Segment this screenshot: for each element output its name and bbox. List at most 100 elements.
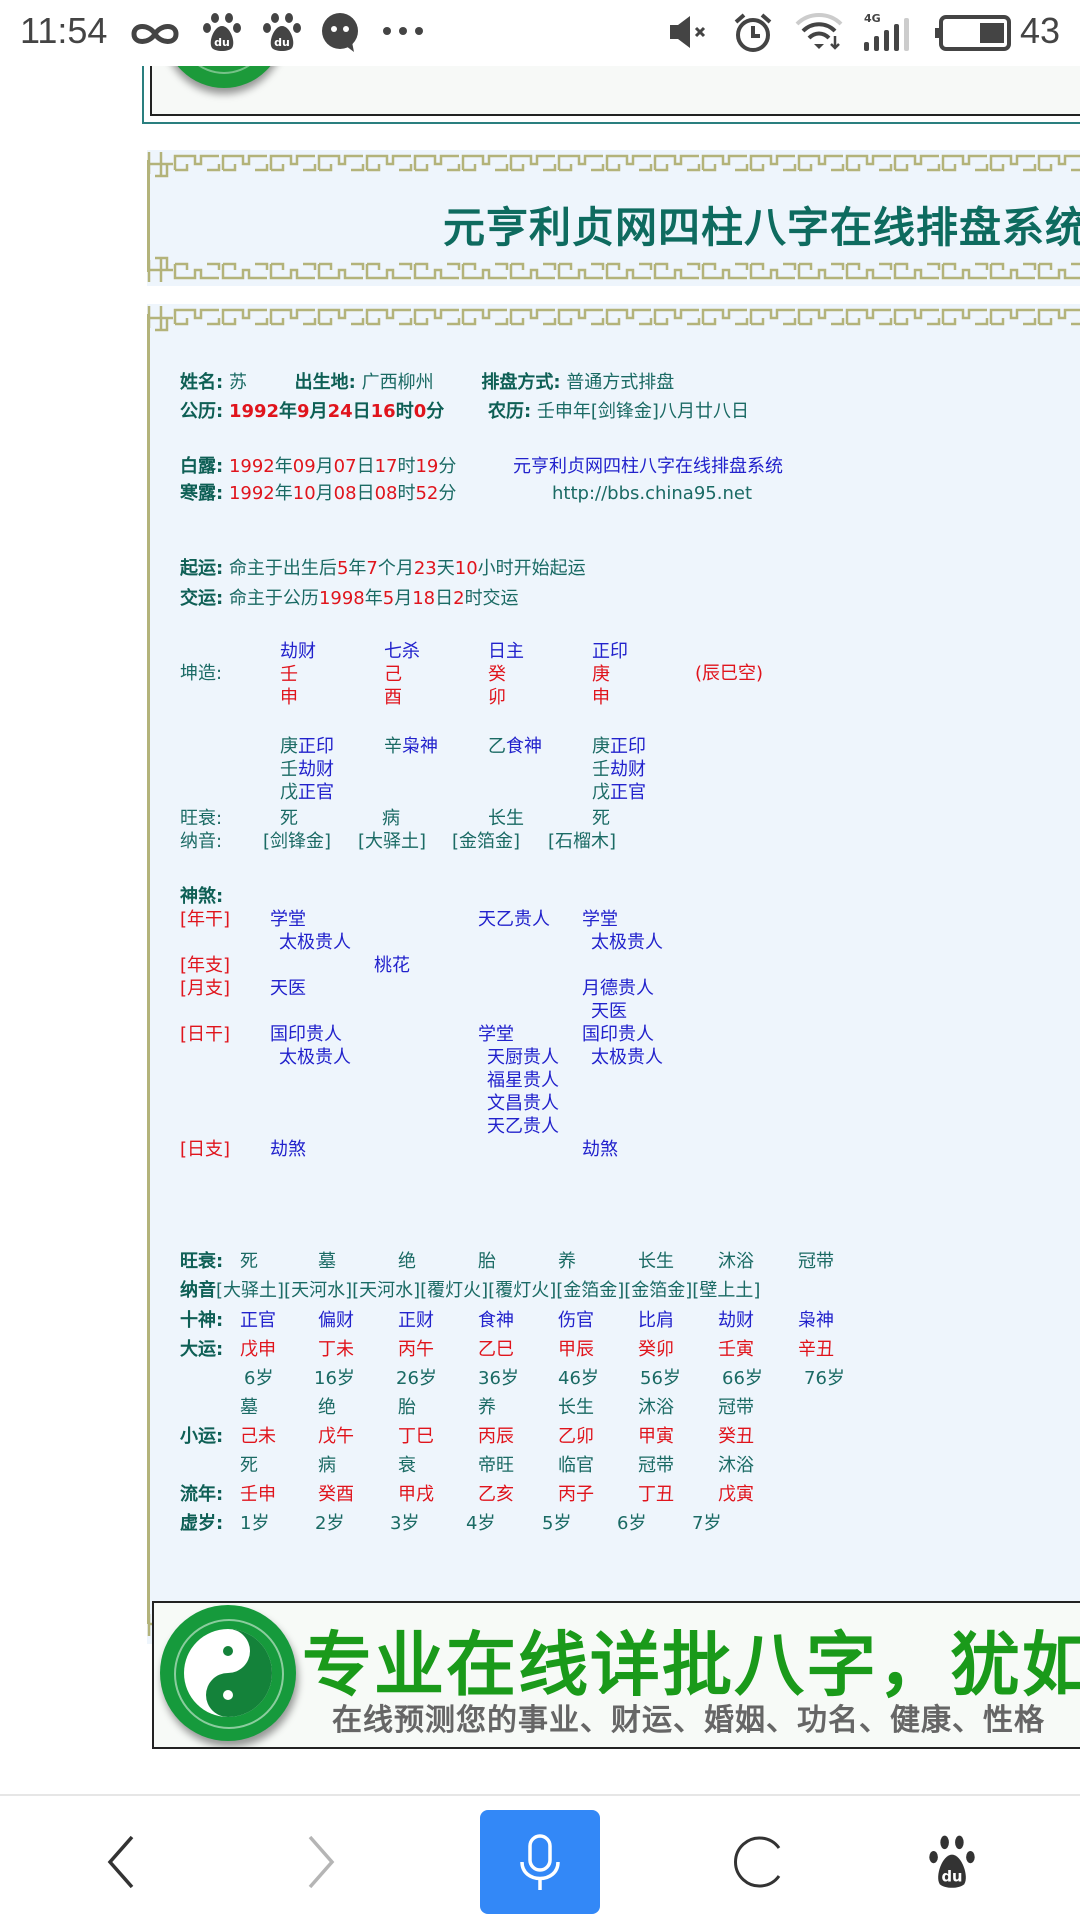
voice-search-button[interactable] — [480, 1810, 600, 1914]
hanlu-date: 1992年10月08日08时52分 — [229, 483, 456, 504]
status-bar: 11:54 du du 4G 43 — [0, 0, 1080, 66]
xusui-age: 3岁 — [390, 1513, 420, 1534]
xusui-age: 2岁 — [315, 1513, 345, 1534]
dayun-state: 绝 — [318, 1397, 336, 1418]
xiaoyun-state: 衰 — [398, 1455, 416, 1476]
shensha-item: 天厨贵人 — [487, 1047, 559, 1068]
hidden-stem-god: 劫财 — [298, 759, 334, 780]
text-segment: 月 — [309, 401, 328, 422]
back-button[interactable] — [62, 1810, 182, 1914]
pillar-wangshuai: 病 — [382, 808, 400, 829]
text-segment: 命主于公历 — [228, 588, 319, 609]
info-row-basic: 姓名: 苏 出生地: 广西柳州 排盘方式: 普通方式排盘 — [180, 372, 674, 394]
svg-text:du: du — [214, 36, 230, 49]
refresh-icon — [734, 1836, 781, 1888]
hidden-stem-char: 庚 — [280, 736, 298, 757]
bottom-banner-subtitle: 在线预测您的事业、财运、婚姻、功名、健康、性格 — [332, 1703, 1045, 1738]
text-segment: 时交运 — [464, 588, 519, 609]
shensha-item: 桃花 — [374, 955, 410, 976]
xiaoyun-pillar: 癸丑 — [718, 1426, 754, 1447]
dayun-wangshuai: 绝 — [398, 1251, 416, 1272]
dayun-age: 16岁 — [314, 1368, 355, 1389]
shensha-row-tag: [日支] — [180, 1139, 231, 1160]
dayun-wangshuai: 长生 — [638, 1251, 674, 1272]
text-segment: 月 — [315, 456, 334, 477]
hidden-stem-char: 乙 — [488, 736, 506, 757]
dayun-age: 36岁 — [478, 1368, 519, 1389]
browser-navbar: du — [0, 1794, 1080, 1920]
pillar-stem: 壬 — [280, 664, 298, 685]
shensha-item: 太极贵人 — [591, 932, 663, 953]
shensha-item: 月德贵人 — [582, 978, 654, 999]
dayun-wangshuai: 墓 — [318, 1251, 336, 1272]
text-segment: 分 — [438, 483, 457, 504]
text-segment: 1992 — [228, 483, 275, 504]
web-page[interactable]: 在线预测您的事业、财运、婚姻、功名、健康、性格 元亨利贞网四柱八字在线排盘系统 … — [0, 66, 1080, 1794]
dayun-wangshuai: 冠带 — [798, 1251, 834, 1272]
hidden-stem: 壬劫财 — [280, 759, 334, 781]
dayun-state: 墓 — [240, 1397, 258, 1418]
info-row-dates: 公历: 1992年9月24日16时0分 农历: 壬申年[剑锋金]八月廿八日 — [180, 401, 749, 423]
pillars-label: 坤造: — [180, 663, 223, 684]
text-segment: 08 — [333, 483, 357, 504]
qiyun-label: 起运: — [180, 558, 224, 579]
hidden-stem: 戊正官 — [280, 782, 334, 804]
pillar-branch: 申 — [592, 687, 610, 708]
battery-icon — [935, 15, 1011, 51]
baidu-home-button[interactable]: du — [892, 1810, 1012, 1914]
pillar-nayin: [大驿土] — [358, 831, 427, 852]
dayun-nayin-label: 纳音 — [180, 1280, 216, 1301]
pillar-wangshuai: 死 — [592, 808, 610, 829]
hidden-stem-char: 戊 — [592, 782, 610, 803]
dayun-state: 沐浴 — [638, 1397, 674, 1418]
site-name-link[interactable]: 元亨利贞网四柱八字在线排盘系统 — [513, 456, 783, 478]
site-url-link[interactable]: http://bbs.china95.net — [552, 483, 752, 505]
dayun-shishen: 食神 — [478, 1310, 514, 1331]
liunian-pillar: 丙子 — [558, 1484, 594, 1505]
chat-bubble-icon — [322, 13, 358, 52]
pillar-stem: 庚 — [592, 664, 610, 685]
shensha-row-tag: [月支] — [180, 978, 231, 999]
shensha-item: 学堂 — [270, 909, 306, 930]
text-segment: 个月 — [377, 558, 414, 579]
hidden-stem-char: 戊 — [280, 782, 298, 803]
lunar-label: 农历: — [487, 401, 532, 422]
text-segment: 09 — [292, 456, 316, 477]
hidden-stem-god: 正印 — [610, 736, 646, 757]
pillar-ten-god: 七杀 — [384, 641, 420, 662]
forward-button[interactable] — [260, 1810, 380, 1914]
hidden-stem-god: 正印 — [298, 736, 334, 757]
bailu-date: 1992年09月07日17时19分 — [229, 456, 456, 477]
xusui-age: 7岁 — [692, 1513, 722, 1534]
baidu-paw-icon: du — [929, 1835, 975, 1888]
text-segment: 日 — [356, 483, 375, 504]
xusui-age: 6岁 — [617, 1513, 647, 1534]
text-segment: 19 — [415, 456, 439, 477]
bottom-banner[interactable]: 专业在线详批八字，犹如大 在线预测您的事业、财运、婚姻、功名、健康、性格 — [152, 1601, 1080, 1749]
xiaoyun-label: 小运: — [180, 1426, 224, 1447]
svg-text:4G: 4G — [864, 12, 881, 25]
xiaoyun-state: 冠带 — [638, 1455, 674, 1476]
hidden-stem-god: 劫财 — [610, 759, 646, 780]
status-time: 11:54 — [20, 10, 108, 51]
dayun-age: 66岁 — [722, 1368, 763, 1389]
text-segment: 08 — [374, 483, 398, 504]
hidden-stem-god: 食神 — [506, 736, 542, 757]
shensha-item: 文昌贵人 — [487, 1093, 559, 1114]
dayun-shishen-label: 十神: — [180, 1310, 224, 1331]
text-segment: 日 — [352, 401, 371, 422]
jiaoyun-label: 交运: — [180, 588, 224, 609]
xusui-age: 4岁 — [466, 1513, 496, 1534]
text-segment: 年 — [279, 401, 298, 422]
pillar-ten-god: 正印 — [592, 641, 628, 662]
shensha-row-tag: [日干] — [180, 1024, 231, 1045]
shensha-item: 劫煞 — [582, 1139, 618, 1160]
dayun-pillar: 丙午 — [398, 1339, 434, 1360]
text-segment: 5 — [336, 558, 349, 579]
signal-4g-icon: 4G — [864, 12, 909, 51]
shensha-item: 福星贵人 — [487, 1070, 559, 1091]
refresh-button[interactable] — [698, 1810, 818, 1914]
solar-label: 公历: — [180, 401, 224, 422]
text-segment: 月 — [394, 588, 413, 609]
qiyun-value: 命主于出生后5年7个月23天10小时开始起运 — [229, 558, 586, 579]
